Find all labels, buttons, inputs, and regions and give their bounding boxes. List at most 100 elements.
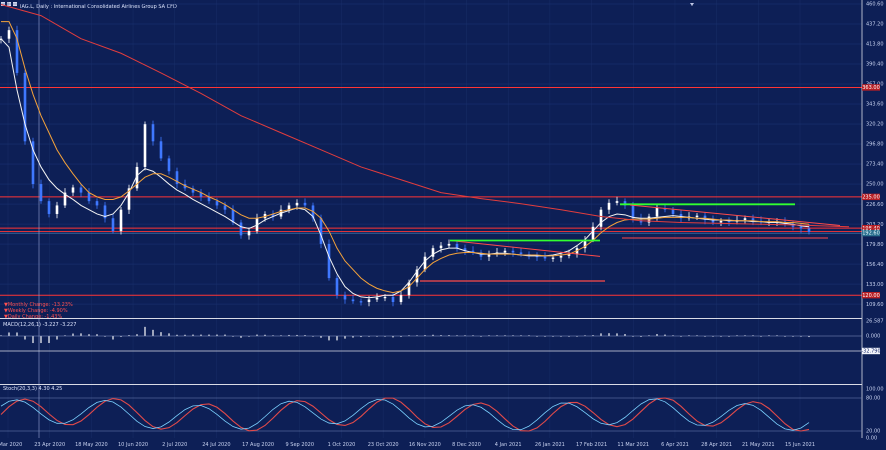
candle-body bbox=[399, 295, 403, 303]
date-tick-label: 4 Mar 2020 bbox=[0, 442, 22, 448]
macd-bar bbox=[48, 336, 50, 344]
candle-body bbox=[319, 218, 323, 244]
candle-body bbox=[23, 72, 27, 142]
candle-body bbox=[807, 228, 811, 232]
price-tick-label: 273.40 bbox=[866, 162, 884, 168]
candle-body bbox=[367, 299, 371, 303]
candle-body bbox=[375, 297, 379, 300]
price-tick-label: 250.00 bbox=[866, 182, 884, 188]
macd-bar bbox=[136, 334, 138, 336]
price-tick-label: 156.40 bbox=[866, 262, 884, 268]
candle-body bbox=[335, 278, 339, 296]
candle-body bbox=[327, 243, 331, 279]
macd-bar bbox=[168, 333, 170, 336]
stoch-label: Stoch(20,3,3) 4.30 4.25 bbox=[3, 386, 62, 392]
macd-bar bbox=[344, 336, 346, 339]
date-tick-label: 11 Mar 2021 bbox=[617, 442, 649, 448]
macd-bar bbox=[152, 329, 154, 336]
date-tick-label: 8 Dec 2020 bbox=[452, 442, 481, 448]
candle-body bbox=[391, 296, 395, 303]
candle-body bbox=[503, 250, 507, 253]
candle-body bbox=[143, 124, 147, 167]
macd-bar bbox=[608, 333, 610, 336]
candle-body bbox=[455, 243, 459, 249]
candle-body bbox=[7, 30, 11, 39]
macd-bar bbox=[336, 336, 338, 341]
candle-body bbox=[671, 209, 675, 214]
candle-body bbox=[551, 257, 555, 259]
date-tick-label: 18 May 2020 bbox=[75, 442, 108, 448]
candle-body bbox=[159, 141, 163, 159]
macd-bar bbox=[40, 336, 42, 344]
candle-body bbox=[423, 256, 427, 270]
price-level-label: 235.00 bbox=[862, 194, 880, 200]
date-tick-label: 21 May 2021 bbox=[742, 442, 775, 448]
date-tick-label: 4 Jan 2021 bbox=[495, 442, 522, 448]
candle-body bbox=[79, 187, 83, 193]
candle-body bbox=[607, 202, 611, 210]
candle-body bbox=[71, 187, 75, 193]
current-price-label: 192.60 bbox=[862, 231, 880, 237]
date-tick-label: 23 Oct 2020 bbox=[368, 442, 399, 448]
price-tick-label: 179.80 bbox=[866, 242, 884, 248]
chart-root: IAG.L, Daily : International Consolidate… bbox=[0, 0, 886, 450]
macd-bar bbox=[16, 332, 18, 336]
macd-bar bbox=[160, 332, 162, 336]
stoch-tick-label: 80.00 bbox=[866, 396, 880, 402]
macd-bar bbox=[112, 336, 114, 340]
candle-body bbox=[343, 295, 347, 300]
date-tick-label: 28 Apr 2021 bbox=[701, 442, 732, 448]
macd-tick-label: 0.000 bbox=[866, 334, 880, 340]
date-tick-label: 17 Feb 2021 bbox=[576, 442, 607, 448]
candle-body bbox=[631, 205, 635, 219]
price-level-label: 120.00 bbox=[862, 293, 880, 299]
candle-body bbox=[239, 222, 243, 236]
chart-title: IAG.L, Daily : International Consolidate… bbox=[20, 4, 177, 10]
price-tick-label: 413.80 bbox=[866, 42, 884, 48]
candle-body bbox=[615, 201, 619, 203]
candle-body bbox=[511, 250, 515, 253]
candle-body bbox=[599, 209, 603, 227]
macd-bar bbox=[80, 333, 82, 336]
date-tick-label: 26 Jan 2021 bbox=[535, 442, 565, 448]
price-tick-label: 226.60 bbox=[866, 202, 884, 208]
macd-tick-label: 26.587 bbox=[866, 319, 884, 325]
candle-body bbox=[447, 243, 451, 246]
candle-body bbox=[543, 256, 547, 259]
candle-body bbox=[55, 205, 59, 214]
candle-body bbox=[743, 218, 747, 220]
candle-body bbox=[223, 205, 227, 210]
candle-body bbox=[695, 215, 699, 217]
macd-bar bbox=[240, 336, 242, 338]
price-tick-label: 320.20 bbox=[866, 122, 884, 128]
macd-bar bbox=[320, 336, 322, 338]
macd-bar bbox=[656, 334, 658, 336]
candle-body bbox=[95, 201, 99, 206]
price-tick-label: 460.60 bbox=[866, 2, 884, 8]
candle-body bbox=[303, 202, 307, 206]
candle-body bbox=[439, 245, 443, 249]
price-tick-label: 109.60 bbox=[866, 302, 884, 308]
macd-bar bbox=[24, 336, 26, 340]
candle-body bbox=[407, 282, 411, 296]
date-tick-label: 9 Sep 2020 bbox=[286, 442, 315, 448]
candle-body bbox=[559, 255, 563, 258]
candle-body bbox=[111, 218, 115, 232]
date-tick-label: 10 Jun 2020 bbox=[118, 442, 148, 448]
candle-body bbox=[519, 252, 523, 255]
macd-bar bbox=[72, 333, 74, 336]
macd-tick-label: -32.790 bbox=[861, 349, 880, 355]
date-tick-label: 16 Nov 2020 bbox=[409, 442, 441, 448]
candle-body bbox=[167, 158, 171, 172]
stoch-tick-label: 20.00 bbox=[866, 429, 880, 435]
candle-body bbox=[295, 202, 299, 206]
candle-body bbox=[39, 184, 43, 202]
price-level-label: 363.00 bbox=[862, 85, 880, 91]
trading-chart: IAG.L, Daily : International Consolidate… bbox=[0, 0, 886, 450]
macd-bar bbox=[96, 334, 98, 336]
candle-body bbox=[719, 220, 723, 223]
price-tick-label: 390.40 bbox=[866, 62, 884, 68]
candle-body bbox=[47, 201, 51, 214]
macd-bar bbox=[600, 333, 602, 336]
date-tick-label: 2 Jul 2020 bbox=[162, 442, 187, 448]
